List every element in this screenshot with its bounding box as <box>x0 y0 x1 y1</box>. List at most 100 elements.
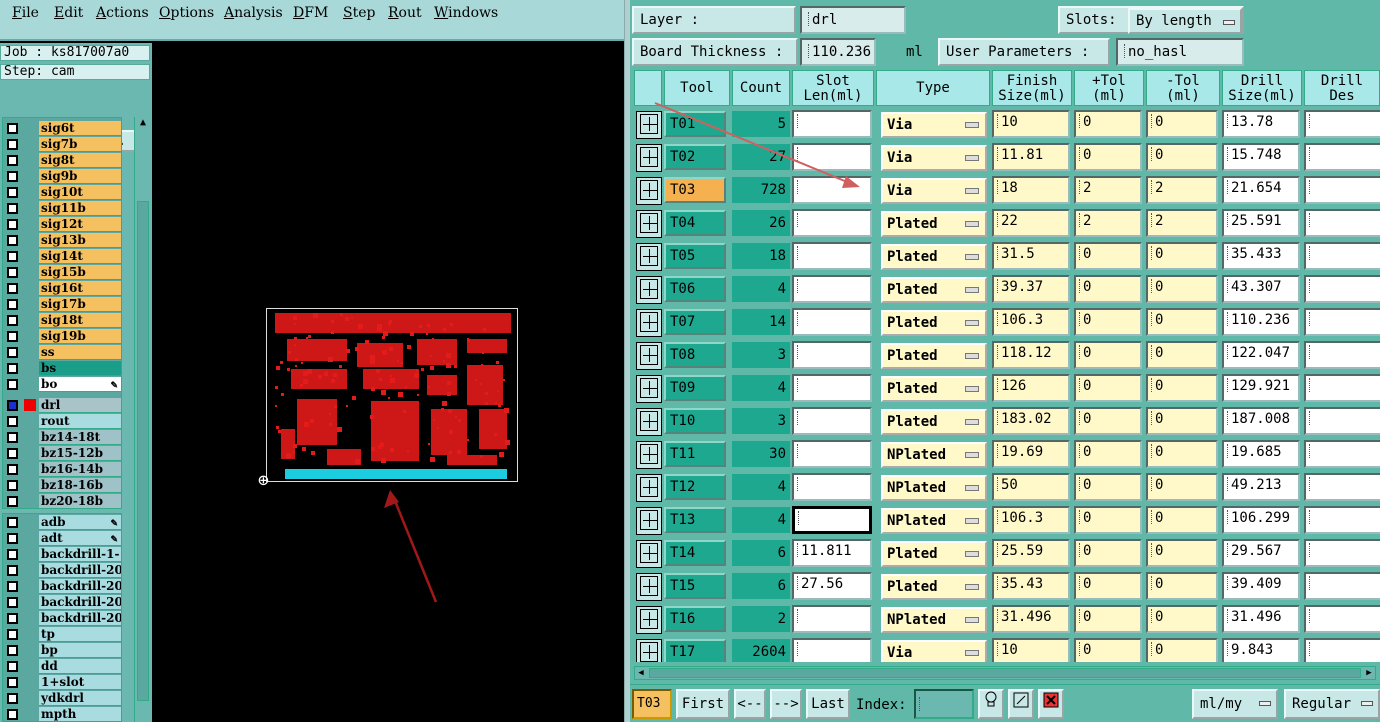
layer-name[interactable]: sig10t <box>39 185 121 200</box>
drill-designator-field[interactable] <box>1304 605 1380 633</box>
type-dropdown[interactable]: Plated <box>881 409 987 435</box>
layer-name[interactable]: drl <box>39 398 121 413</box>
scroll-left-arrow-icon[interactable]: ◀ <box>635 667 647 679</box>
slot-length-field[interactable] <box>792 506 872 534</box>
tool-cell[interactable]: T06 <box>664 276 726 302</box>
layer-name[interactable]: sig15b <box>39 265 121 280</box>
drill-size-field[interactable]: 49.213 <box>1222 473 1300 501</box>
row-select-button[interactable] <box>636 606 662 634</box>
slot-length-field[interactable] <box>792 605 872 633</box>
drill-designator-field[interactable] <box>1304 209 1380 237</box>
layer-name[interactable]: sig6t <box>39 121 121 136</box>
layer-name[interactable]: adb ✎ <box>39 515 121 530</box>
layer-row[interactable]: dd <box>3 658 121 674</box>
finish-size-field[interactable]: 18 <box>992 176 1070 204</box>
slots-dropdown[interactable]: By length <box>1128 8 1242 34</box>
layer-row[interactable]: sig9b <box>3 168 121 184</box>
column-header[interactable]: Drill Des <box>1304 70 1380 106</box>
layer-row[interactable]: bz18-16b <box>3 477 121 493</box>
drill-size-field[interactable]: 35.433 <box>1222 242 1300 270</box>
finish-size-field[interactable]: 10 <box>992 638 1070 662</box>
plus-tol-field[interactable]: 0 <box>1074 374 1142 402</box>
layer-row[interactable]: sig10t <box>3 184 121 200</box>
drill-designator-field[interactable] <box>1304 143 1380 171</box>
plus-tol-field[interactable]: 0 <box>1074 539 1142 567</box>
slot-length-field[interactable] <box>792 374 872 402</box>
drill-designator-field[interactable] <box>1304 407 1380 435</box>
scrollbar-thumb[interactable] <box>137 201 149 701</box>
drill-designator-field[interactable] <box>1304 110 1380 138</box>
drill-size-field[interactable]: 19.685 <box>1222 440 1300 468</box>
tool-cell[interactable]: T05 <box>664 243 726 269</box>
layer-checkbox[interactable] <box>7 219 18 230</box>
layer-name[interactable]: backdrill-20 <box>39 579 121 594</box>
last-button[interactable]: Last <box>806 689 850 719</box>
layer-row[interactable]: bz20-18b <box>3 493 121 508</box>
type-dropdown[interactable]: Plated <box>881 541 987 567</box>
layer-row[interactable]: rout <box>3 413 121 429</box>
layer-row[interactable]: 1+slot <box>3 674 121 690</box>
layer-name[interactable]: sig16t <box>39 281 121 296</box>
menu-options[interactable]: Options <box>159 5 214 21</box>
layer-name[interactable]: sig19b <box>39 329 121 344</box>
row-select-button[interactable] <box>636 573 662 601</box>
layer-row[interactable]: ydkdrl <box>3 690 121 706</box>
layer-row[interactable]: sig15b <box>3 264 121 280</box>
finish-size-field[interactable]: 10 <box>992 110 1070 138</box>
layer-checkbox[interactable] <box>7 581 18 592</box>
edit-icon[interactable] <box>1008 689 1034 719</box>
row-select-button[interactable] <box>636 144 662 172</box>
layer-row[interactable]: sig14t <box>3 248 121 264</box>
drill-size-field[interactable]: 15.748 <box>1222 143 1300 171</box>
slot-length-field[interactable]: 27.56 <box>792 572 872 600</box>
layer-name[interactable]: sig11b <box>39 201 121 216</box>
layer-row[interactable]: backdrill-20 <box>3 594 121 610</box>
plus-tol-field[interactable]: 0 <box>1074 407 1142 435</box>
menu-file[interactable]: File <box>12 5 39 21</box>
layer-name[interactable]: 1+slot <box>39 675 121 690</box>
layer-field[interactable]: drl <box>800 6 906 34</box>
minus-tol-field[interactable]: 0 <box>1146 473 1218 501</box>
layer-color-swatch[interactable] <box>24 399 36 411</box>
drill-size-field[interactable]: 122.047 <box>1222 341 1300 369</box>
column-header[interactable]: +Tol (ml) <box>1074 70 1144 106</box>
row-select-button[interactable] <box>636 309 662 337</box>
menu-analysis[interactable]: Analysis <box>224 5 283 21</box>
layer-name[interactable]: sig14t <box>39 249 121 264</box>
plus-tol-field[interactable]: 0 <box>1074 638 1142 662</box>
next-button[interactable]: --> <box>770 689 802 719</box>
layer-name[interactable]: bz16-14b <box>39 462 121 477</box>
menu-edit[interactable]: Edit <box>54 5 83 21</box>
slot-length-field[interactable] <box>792 143 872 171</box>
drill-size-field[interactable]: 39.409 <box>1222 572 1300 600</box>
lightbulb-icon[interactable] <box>978 689 1004 719</box>
plus-tol-field[interactable]: 0 <box>1074 506 1142 534</box>
layer-checkbox[interactable] <box>7 251 18 262</box>
row-select-button[interactable] <box>636 210 662 238</box>
drill-designator-field[interactable] <box>1304 275 1380 303</box>
tool-cell[interactable]: T08 <box>664 342 726 368</box>
layer-row[interactable]: sig7b <box>3 136 121 152</box>
tool-table-hscrollbar[interactable]: ◀ ▶ <box>634 666 1376 680</box>
minus-tol-field[interactable]: 0 <box>1146 605 1218 633</box>
plus-tol-field[interactable]: 0 <box>1074 605 1142 633</box>
minus-tol-field[interactable]: 0 <box>1146 275 1218 303</box>
type-dropdown[interactable]: NPlated <box>881 442 987 468</box>
minus-tol-field[interactable]: 0 <box>1146 506 1218 534</box>
tool-cell[interactable]: T13 <box>664 507 726 533</box>
row-select-button[interactable] <box>636 507 662 535</box>
tool-cell[interactable]: T17 <box>664 639 726 662</box>
layer-row[interactable]: sig19b <box>3 328 121 344</box>
layer-checkbox[interactable] <box>7 629 18 640</box>
finish-size-field[interactable]: 11.81 <box>992 143 1070 171</box>
layer-checkbox[interactable] <box>7 331 18 342</box>
layer-checkbox[interactable] <box>7 517 18 528</box>
drill-size-field[interactable]: 13.78 <box>1222 110 1300 138</box>
menu-windows[interactable]: Windows <box>434 5 498 21</box>
drill-designator-field[interactable] <box>1304 176 1380 204</box>
layer-row[interactable]: sig16t <box>3 280 121 296</box>
minus-tol-field[interactable]: 0 <box>1146 341 1218 369</box>
layer-name[interactable]: sig12t <box>39 217 121 232</box>
layer-checkbox[interactable] <box>7 203 18 214</box>
plus-tol-field[interactable]: 0 <box>1074 440 1142 468</box>
